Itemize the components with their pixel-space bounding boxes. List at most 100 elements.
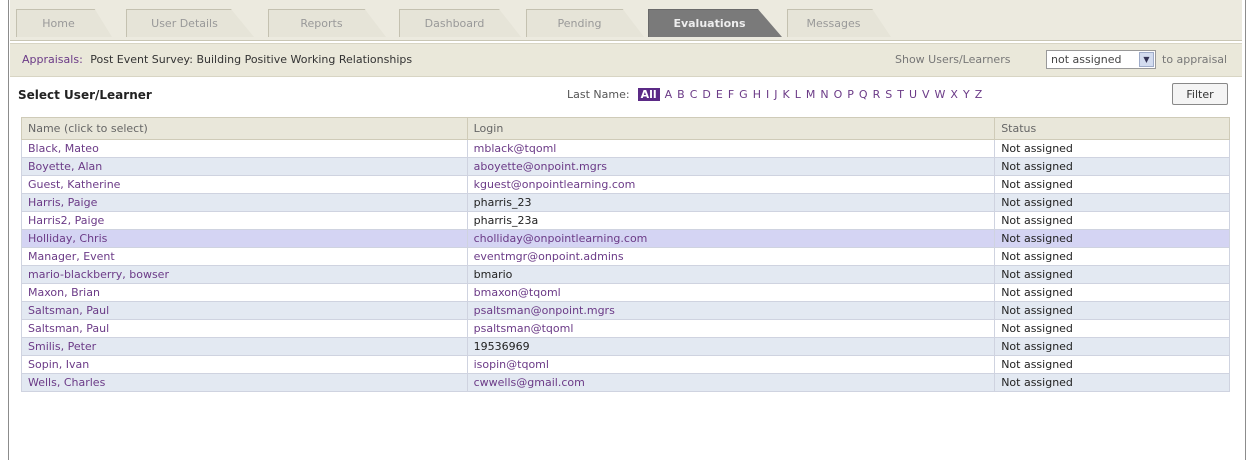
user-login[interactable]: bmaxon@tqoml xyxy=(466,283,996,302)
user-login[interactable]: mblack@tqoml xyxy=(466,139,996,158)
user-name-link[interactable]: Sopin, Ivan xyxy=(21,355,468,374)
tab-pending[interactable]: Pending xyxy=(526,9,644,37)
table-row[interactable]: Boyette, Alan aboyette@onpoint.mgrs Not as… xyxy=(21,157,1230,176)
tab-home[interactable]: Home xyxy=(16,9,112,37)
to-appraisal-label: to appraisal xyxy=(1162,53,1228,66)
table-row[interactable]: Harris, Paige pharris_23 Not assigned xyxy=(21,193,1230,212)
tab-evaluations[interactable]: Evaluations xyxy=(648,9,782,37)
letter-filter-q[interactable]: Q xyxy=(859,88,868,101)
user-name-link[interactable]: Saltsman, Paul xyxy=(21,301,468,320)
table-row[interactable]: Wells, Charles cwwells@gmail.com Not assig… xyxy=(21,373,1230,392)
letter-filter-v[interactable]: V xyxy=(922,88,930,101)
letter-filter-n[interactable]: N xyxy=(820,88,828,101)
letter-filter-l[interactable]: L xyxy=(795,88,801,101)
chevron-down-icon[interactable]: ▼ xyxy=(1139,52,1154,67)
tab-messages[interactable]: Messages xyxy=(787,9,891,37)
appraisal-title: Appraisals: Post Event Survey: Building … xyxy=(22,53,412,66)
user-name-link[interactable]: Holliday, Chris xyxy=(21,229,468,248)
user-login[interactable]: kguest@onpointlearning.com xyxy=(466,175,996,194)
table-row[interactable]: Black, Mateo mblack@tqoml Not assigned xyxy=(21,139,1230,158)
user-login: pharris_23a xyxy=(466,211,996,230)
letter-list: All A B C D E F G H I J K L M N O P Q R S T U V W X Y Z xyxy=(637,88,988,101)
letter-filter-c[interactable]: C xyxy=(690,88,698,101)
column-header-name[interactable]: Name (click to select) xyxy=(21,117,468,140)
tab-reports[interactable]: Reports xyxy=(268,9,386,37)
user-name-link[interactable]: Guest, Katherine xyxy=(21,175,468,194)
appraisal-bar: Appraisals: Post Event Survey: Building … xyxy=(10,43,1242,77)
table-row[interactable]: Saltsman, Paul psaltsman@tqoml Not assigne… xyxy=(21,319,1230,338)
user-status: Not assigned xyxy=(994,301,1230,320)
letter-filter-t[interactable]: T xyxy=(897,88,904,101)
user-login[interactable]: cwwells@gmail.com xyxy=(466,373,996,392)
tab-bar: Home User Details Reports Dashboard Pend… xyxy=(10,0,1242,41)
user-name-link[interactable]: mario-blackberry, bowser xyxy=(21,265,468,284)
user-status: Not assigned xyxy=(994,283,1230,302)
letter-filter-s[interactable]: S xyxy=(885,88,892,101)
user-login[interactable]: eventmgr@onpoint.admins xyxy=(466,247,996,266)
user-login: bmario xyxy=(466,265,996,284)
section-title: Select User/Learner xyxy=(18,88,152,102)
user-login[interactable]: isopin@tqoml xyxy=(466,355,996,374)
last-name-filter: Last Name: All A B C D E F G H I J K L M N O P Q R S T U V W X Y Z xyxy=(567,88,987,101)
tab-user-details[interactable]: User Details xyxy=(126,9,254,37)
user-login[interactable]: psaltsman@onpoint.mgrs xyxy=(466,301,996,320)
user-login: 19536969 xyxy=(466,337,996,356)
letter-filter-d[interactable]: D xyxy=(702,88,710,101)
letter-filter-o[interactable]: O xyxy=(834,88,843,101)
letter-filter-b[interactable]: B xyxy=(677,88,685,101)
letter-filter-z[interactable]: Z xyxy=(975,88,983,101)
user-login[interactable]: cholliday@onpointlearning.com xyxy=(466,229,996,248)
table-row[interactable]: mario-blackberry, bowser bmario Not assign… xyxy=(21,265,1230,284)
user-name-link[interactable]: Harris2, Paige xyxy=(21,211,468,230)
letter-filter-a[interactable]: A xyxy=(665,88,673,101)
letter-filter-f[interactable]: F xyxy=(728,88,734,101)
letter-filter-k[interactable]: K xyxy=(782,88,789,101)
user-name-link[interactable]: Manager, Event xyxy=(21,247,468,266)
letter-filter-x[interactable]: X xyxy=(950,88,958,101)
user-login[interactable]: aboyette@onpoint.mgrs xyxy=(466,157,996,176)
filter-button[interactable]: Filter xyxy=(1172,83,1228,105)
table-row[interactable]: Saltsman, Paul psaltsman@onpoint.mgrs Not … xyxy=(21,301,1230,320)
letter-filter-h[interactable]: H xyxy=(753,88,761,101)
user-status: Not assigned xyxy=(994,373,1230,392)
user-status: Not assigned xyxy=(994,247,1230,266)
letter-filter-r[interactable]: R xyxy=(873,88,881,101)
appraisal-label: Appraisals: xyxy=(22,53,83,66)
table-row[interactable]: Holliday, Chris cholliday@onpointlearning… xyxy=(21,229,1230,248)
user-name-link[interactable]: Black, Mateo xyxy=(21,139,468,158)
user-status: Not assigned xyxy=(994,157,1230,176)
letter-filter-all[interactable]: All xyxy=(637,88,660,101)
letter-filter-y[interactable]: Y xyxy=(963,88,970,101)
tab-dashboard[interactable]: Dashboard xyxy=(399,9,521,37)
user-status: Not assigned xyxy=(994,139,1230,158)
table-row[interactable]: Smilis, Peter 19536969 Not assigned xyxy=(21,337,1230,356)
letter-filter-m[interactable]: M xyxy=(806,88,816,101)
user-status: Not assigned xyxy=(994,265,1230,284)
user-name-link[interactable]: Harris, Paige xyxy=(21,193,468,212)
letter-filter-i[interactable]: I xyxy=(766,88,769,101)
user-name-link[interactable]: Boyette, Alan xyxy=(21,157,468,176)
user-name-link[interactable]: Smilis, Peter xyxy=(21,337,468,356)
table-row[interactable]: Sopin, Ivan isopin@tqoml Not assigned xyxy=(21,355,1230,374)
column-header-status[interactable]: Status xyxy=(994,117,1230,140)
table-row[interactable]: Manager, Event eventmgr@onpoint.admins Not… xyxy=(21,247,1230,266)
column-header-login[interactable]: Login xyxy=(466,117,996,140)
user-login[interactable]: psaltsman@tqoml xyxy=(466,319,996,338)
letter-filter-p[interactable]: P xyxy=(847,88,854,101)
letter-filter-u[interactable]: U xyxy=(909,88,917,101)
user-name-link[interactable]: Wells, Charles xyxy=(21,373,468,392)
table-header-row: Name (click to select) Login Status xyxy=(21,117,1230,140)
letter-filter-e[interactable]: E xyxy=(716,88,723,101)
table-row[interactable]: Guest, Katherine kguest@onpointlearning.c… xyxy=(21,175,1230,194)
assignment-filter-select[interactable]: not assigned ▼ xyxy=(1046,50,1156,69)
appraisal-name: Post Event Survey: Building Positive Wor… xyxy=(90,53,413,66)
user-name-link[interactable]: Saltsman, Paul xyxy=(21,319,468,338)
user-name-link[interactable]: Maxon, Brian xyxy=(21,283,468,302)
user-status: Not assigned xyxy=(994,229,1230,248)
letter-filter-j[interactable]: J xyxy=(774,88,777,101)
letter-filter-w[interactable]: W xyxy=(935,88,946,101)
user-status: Not assigned xyxy=(994,175,1230,194)
table-row[interactable]: Maxon, Brian bmaxon@tqoml Not assigned xyxy=(21,283,1230,302)
table-row[interactable]: Harris2, Paige pharris_23a Not assigned xyxy=(21,211,1230,230)
letter-filter-g[interactable]: G xyxy=(739,88,748,101)
